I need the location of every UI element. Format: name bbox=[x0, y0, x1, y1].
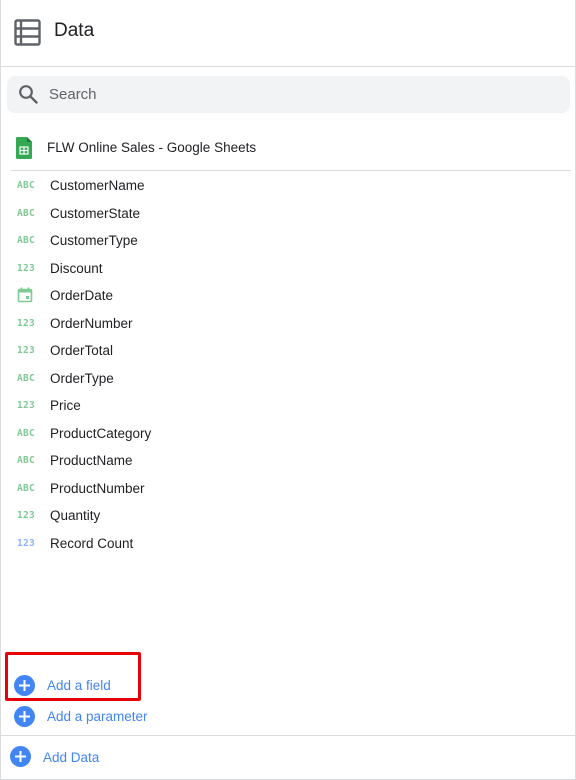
field-item[interactable]: ABC CustomerType bbox=[1, 227, 575, 254]
number-type-icon: 123 bbox=[17, 345, 36, 356]
text-type-icon: ABC bbox=[17, 235, 36, 246]
field-item[interactable]: 123 Price bbox=[1, 392, 575, 419]
panel-title: Data bbox=[54, 20, 95, 41]
number-type-icon: 123 bbox=[17, 317, 36, 329]
data-source-row[interactable]: FLW Online Sales - Google Sheets bbox=[1, 131, 575, 171]
add-data-button[interactable]: Add Data bbox=[1, 736, 201, 780]
field-name: Quantity bbox=[50, 508, 101, 523]
panel-footer: Add Data bbox=[1, 735, 575, 780]
number-type-icon: 123 bbox=[17, 537, 36, 549]
field-item[interactable]: ABC CustomerState bbox=[1, 200, 575, 227]
field-name: ProductNumber bbox=[50, 480, 145, 496]
field-item[interactable]: ABC OrderType bbox=[1, 365, 575, 392]
field-item[interactable]: ABC ProductName bbox=[1, 447, 575, 474]
field-item[interactable]: 123 OrderNumber bbox=[1, 310, 575, 337]
field-name: OrderType bbox=[50, 370, 114, 386]
field-name: Record Count bbox=[50, 535, 134, 551]
field-name: ProductCategory bbox=[50, 425, 152, 441]
search-input[interactable] bbox=[49, 76, 549, 113]
data-source-name: FLW Online Sales - Google Sheets bbox=[47, 140, 257, 155]
add-parameter-label: Add a parameter bbox=[47, 709, 148, 724]
field-item[interactable]: 123 Discount bbox=[1, 255, 575, 282]
field-name: OrderDate bbox=[50, 288, 114, 303]
search-box[interactable] bbox=[7, 76, 570, 113]
text-type-icon: ABC bbox=[17, 180, 36, 191]
number-type-icon: 123 bbox=[17, 262, 36, 274]
add-field-button[interactable]: Add a field bbox=[1, 673, 301, 699]
search-icon bbox=[19, 85, 38, 104]
field-item[interactable]: 123 Quantity bbox=[1, 502, 575, 529]
add-circle-icon bbox=[10, 746, 31, 767]
text-type-icon: ABC bbox=[17, 372, 36, 384]
data-table-icon bbox=[14, 19, 41, 46]
panel-header: Data bbox=[1, 0, 575, 67]
field-item[interactable]: ABC ProductCategory bbox=[1, 420, 575, 447]
text-type-icon: ABC bbox=[17, 482, 36, 494]
data-panel: Data FLW Online Sales - Google Sheets AB… bbox=[0, 0, 576, 780]
field-item[interactable]: ABC CustomerName bbox=[1, 172, 575, 199]
number-type-icon: 123 bbox=[17, 510, 36, 521]
field-name: OrderTotal bbox=[50, 343, 114, 358]
number-type-icon: 123 bbox=[17, 400, 36, 411]
field-item[interactable]: ABC ProductNumber bbox=[1, 475, 575, 502]
add-circle-icon bbox=[14, 706, 35, 727]
field-name: ProductName bbox=[50, 453, 133, 468]
add-parameter-button[interactable]: Add a parameter bbox=[1, 704, 301, 730]
calendar-icon bbox=[17, 287, 41, 303]
divider bbox=[11, 170, 571, 171]
field-name: CustomerState bbox=[50, 205, 141, 221]
add-field-label: Add a field bbox=[47, 678, 111, 693]
field-name: OrderNumber bbox=[50, 315, 133, 331]
add-circle-icon bbox=[14, 675, 35, 696]
field-name: Price bbox=[50, 398, 81, 413]
text-type-icon: ABC bbox=[17, 427, 36, 439]
field-name: Discount bbox=[50, 260, 103, 276]
field-name: CustomerName bbox=[50, 178, 145, 193]
field-item[interactable]: 123 Record Count bbox=[1, 530, 575, 557]
text-type-icon: ABC bbox=[17, 207, 36, 219]
field-name: CustomerType bbox=[50, 233, 138, 248]
add-data-label: Add Data bbox=[43, 750, 100, 765]
text-type-icon: ABC bbox=[17, 455, 36, 466]
field-item[interactable]: 123 OrderTotal bbox=[1, 337, 575, 364]
google-sheets-icon bbox=[16, 137, 32, 159]
field-item[interactable]: OrderDate bbox=[1, 282, 575, 309]
